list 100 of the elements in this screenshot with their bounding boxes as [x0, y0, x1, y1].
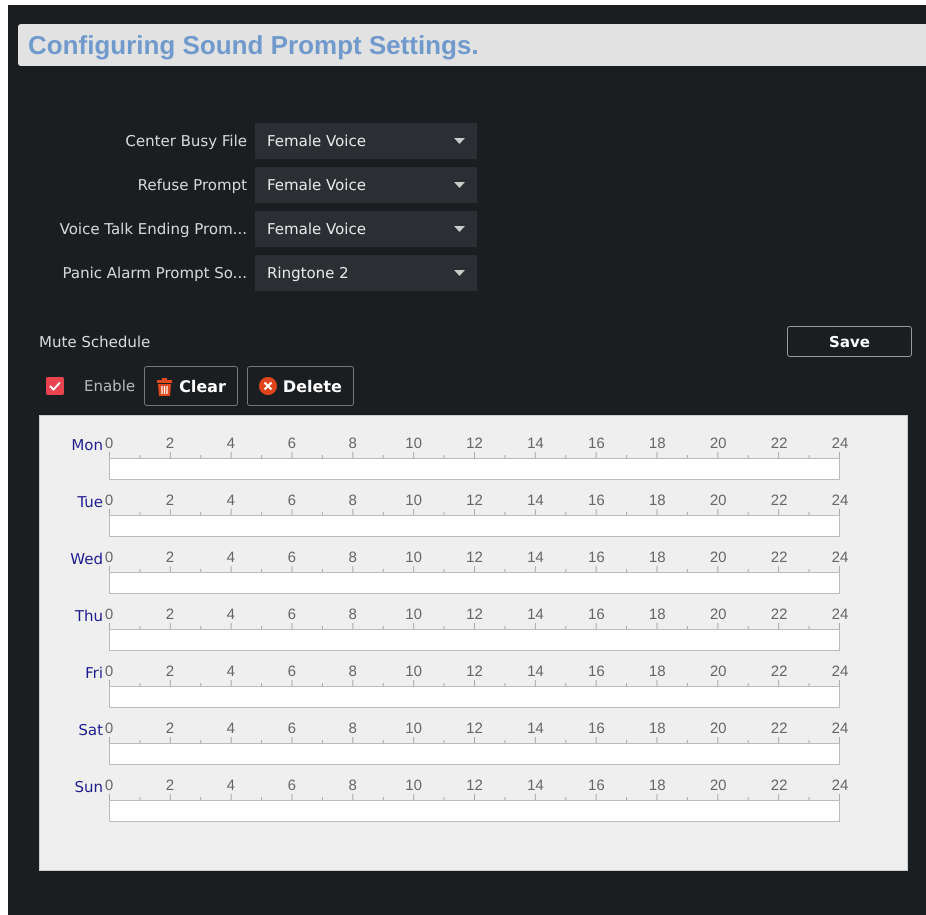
hour-label: 0	[104, 493, 114, 509]
hour-label: 14	[527, 607, 544, 623]
close-icon	[258, 377, 277, 395]
hour-label: 16	[588, 664, 605, 680]
caret-icon	[454, 182, 465, 188]
hour-label: 4	[226, 550, 235, 566]
hour-label: 4	[226, 721, 235, 737]
dropdown[interactable]: Female Voice	[255, 211, 477, 247]
hour-label: 20	[710, 664, 726, 680]
hour-label: 18	[648, 778, 666, 794]
timeline-bar[interactable]	[109, 629, 840, 651]
hour-label: 2	[166, 493, 174, 509]
field-label: Refuse Prompt	[136, 176, 247, 194]
hour-label: 22	[770, 664, 788, 680]
hour-label: 4	[226, 493, 235, 509]
hour-label: 6	[288, 721, 296, 737]
hour-label: 0	[104, 664, 114, 680]
hour-label: 4	[226, 607, 235, 623]
delete-button[interactable]: Delete	[246, 366, 354, 406]
hour-label: 0	[104, 778, 114, 794]
hour-label: 12	[466, 664, 483, 680]
hour-label: 16	[588, 550, 605, 566]
caret-icon	[454, 226, 465, 232]
hour-label: 22	[770, 778, 788, 794]
hour-label: 2	[166, 778, 174, 794]
hour-label: 4	[226, 778, 235, 794]
field-label: Voice Talk Ending Prom...	[58, 220, 247, 238]
hour-label: 20	[710, 493, 726, 509]
hour-label: 16	[588, 721, 605, 737]
hour-label: 0	[104, 550, 114, 566]
hour-label: 16	[588, 778, 605, 794]
hour-label: 20	[710, 436, 726, 452]
hour-label: 24	[832, 721, 848, 737]
dropdown[interactable]: Female Voice	[255, 123, 477, 159]
hour-label: 6	[288, 550, 296, 566]
hour-label: 14	[527, 778, 544, 794]
day-label: Fri	[84, 664, 103, 684]
hour-label: 8	[348, 607, 357, 623]
hour-label: 6	[288, 436, 296, 452]
hour-label: 8	[348, 778, 357, 794]
clear-button[interactable]: Clear	[144, 366, 238, 406]
hour-label: 6	[288, 664, 296, 680]
hour-label: 4	[226, 436, 235, 452]
hour-label: 22	[770, 493, 788, 509]
timeline-bar[interactable]	[109, 686, 840, 708]
dropdown[interactable]: Ringtone 2	[255, 255, 477, 291]
field-label: Center Busy File	[124, 132, 247, 150]
save-button[interactable]: Save	[787, 326, 912, 357]
field-label: Panic Alarm Prompt So...	[62, 264, 247, 282]
hour-label: 24	[832, 607, 848, 623]
hour-label: 8	[348, 436, 357, 452]
hour-label: 12	[466, 778, 483, 794]
timeline-bar[interactable]	[109, 572, 840, 594]
hour-label: 22	[770, 550, 788, 566]
hour-label: 16	[588, 493, 605, 509]
hour-label: 10	[405, 664, 422, 680]
hour-label: 10	[405, 493, 422, 509]
hour-label: 2	[166, 550, 174, 566]
hour-label: 12	[466, 436, 483, 452]
section-label: Mute Schedule	[39, 332, 150, 350]
hour-label: 24	[832, 778, 848, 794]
hour-label: 10	[405, 607, 422, 623]
day-label: Wed	[69, 550, 103, 570]
hour-label: 6	[288, 778, 296, 794]
hour-label: 0	[104, 721, 114, 737]
checkbox-label: Enable	[84, 377, 136, 395]
day-label: Tue	[76, 493, 103, 513]
hour-label: 24	[832, 493, 848, 509]
hour-label: 12	[466, 550, 483, 566]
hour-label: 6	[288, 493, 296, 509]
day-label: Sat	[77, 721, 103, 741]
timeline-bar[interactable]	[109, 743, 840, 765]
caret-icon	[454, 270, 465, 276]
checkbox[interactable]	[46, 377, 64, 395]
hour-label: 0	[104, 436, 114, 452]
hour-label: 16	[588, 436, 605, 452]
day-label: Mon	[70, 436, 103, 456]
hour-label: 20	[710, 778, 726, 794]
hour-label: 10	[405, 436, 422, 452]
timeline-bar[interactable]	[109, 800, 840, 822]
hour-label: 18	[648, 721, 666, 737]
hour-label: 18	[648, 550, 666, 566]
timeline-bar[interactable]	[109, 458, 840, 480]
hour-label: 12	[466, 721, 483, 737]
caret-icon	[454, 138, 465, 144]
hour-label: 24	[832, 436, 848, 452]
hour-label: 24	[832, 664, 848, 680]
hour-label: 24	[832, 550, 848, 566]
hour-label: 14	[527, 721, 544, 737]
hour-label: 10	[405, 778, 422, 794]
hour-label: 22	[770, 436, 788, 452]
hour-label: 18	[648, 436, 666, 452]
hour-label: 2	[166, 664, 174, 680]
hour-label: 6	[288, 607, 296, 623]
timeline-bar[interactable]	[109, 515, 840, 537]
page-title: Configuring Sound Prompt Settings.	[18, 24, 926, 66]
hour-label: 14	[527, 436, 544, 452]
hour-label: 8	[348, 721, 357, 737]
dropdown[interactable]: Female Voice	[255, 167, 477, 203]
hour-label: 20	[710, 721, 726, 737]
